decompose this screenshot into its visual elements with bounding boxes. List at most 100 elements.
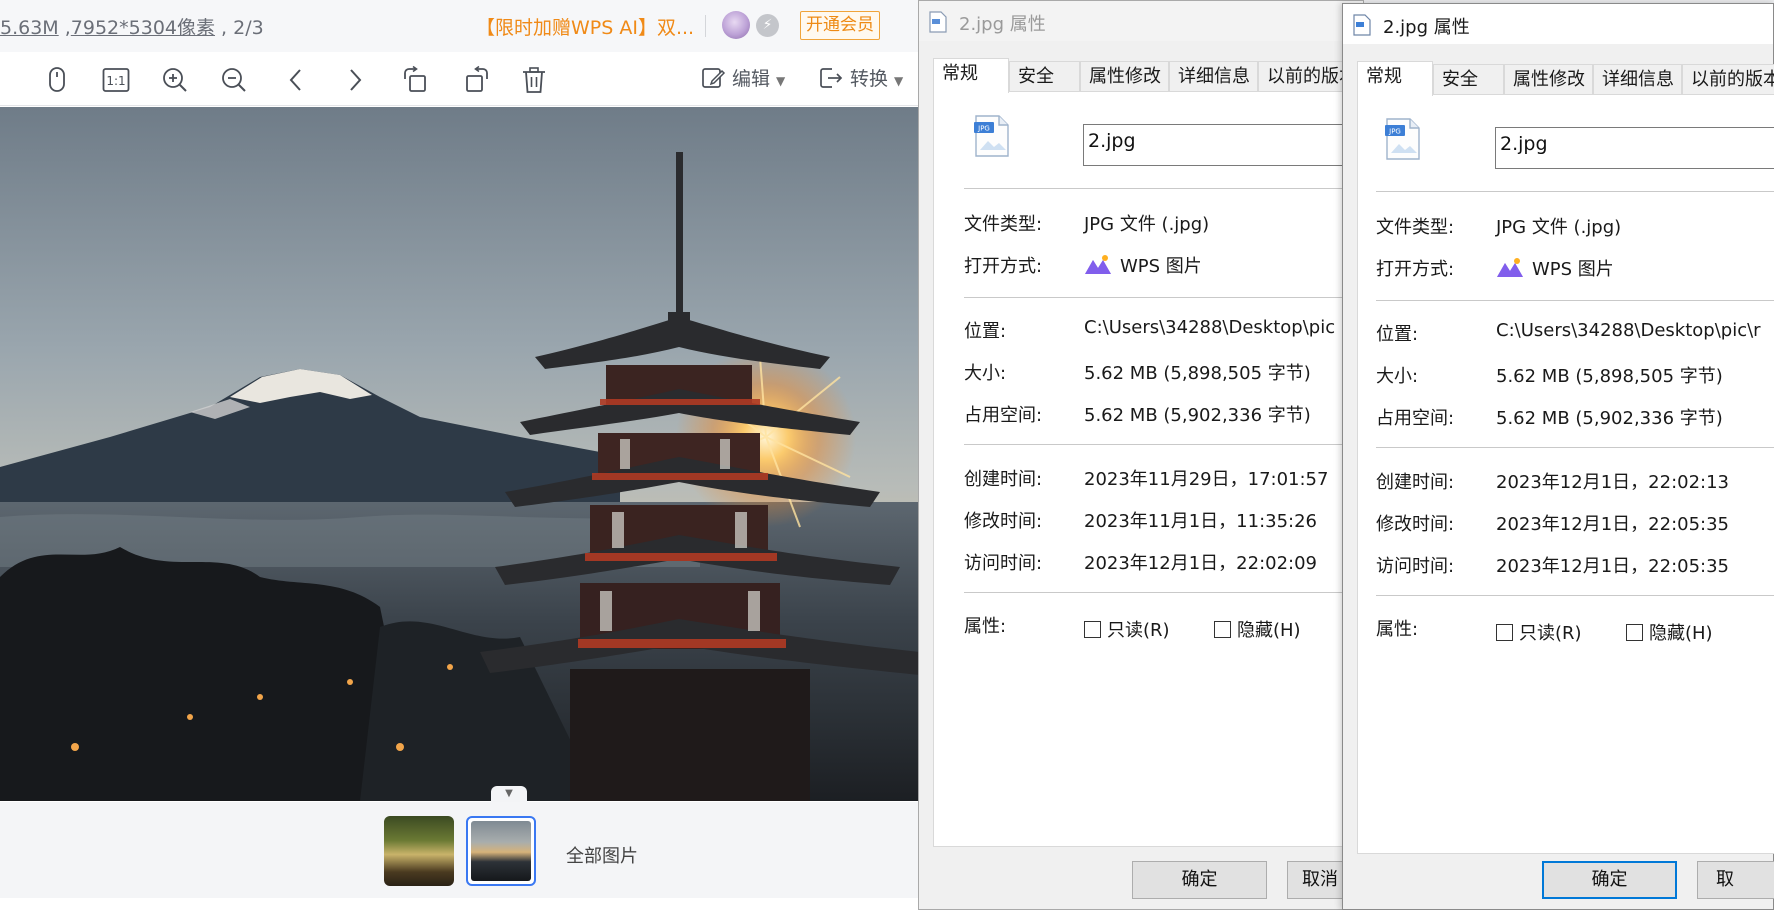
chevron-left-icon[interactable] [281,65,311,95]
filmstrip: 全部图片 [0,802,920,898]
divider [1376,191,1774,192]
file-icon [929,11,947,33]
tab-security[interactable]: 安全 [1009,61,1080,92]
tab-general[interactable]: 常规 [933,58,1009,93]
dialog-titlebar[interactable]: 2.jpg 属性 [919,1,1363,41]
open-with-app: WPS 图片 [1120,256,1202,277]
edit-button[interactable]: 编辑 ▼ [700,64,785,94]
titlebar-divider [705,15,706,37]
thumbnail-forest[interactable] [384,816,454,886]
location-label: 位置: [1376,324,1419,345]
actual-size-label: 1:1 [106,74,125,88]
tab-general[interactable]: 常规 [1357,61,1433,96]
promo-banner[interactable]: 【限时加赠WPS AI】双... [476,13,694,40]
wps-pictures-icon [1497,258,1523,277]
size-value: 5.62 MB (5,898,505 字节) [1496,366,1723,387]
modified-value: 2023年11月1日，11:35:26 [1084,511,1318,532]
thumbnail-pagoda[interactable] [466,816,536,886]
vip-button[interactable]: 开通会员 [800,11,880,40]
rotate-right-icon[interactable] [461,65,491,95]
checkbox-box[interactable] [1496,624,1513,641]
divider [1376,300,1774,301]
zoom-in-icon[interactable] [160,65,190,95]
file-icon [1353,14,1371,36]
general-panel: JPG 2.jpg 文件类型: JPG 文件 (.jpg) 打开方式: WPS … [1357,94,1774,854]
size-label: 大小: [964,363,1007,384]
location-value: C:\Users\34288\Desktop\pic [1084,317,1336,338]
created-label: 创建时间: [1376,472,1455,493]
avatar[interactable] [722,11,750,39]
collapse-filmstrip-button[interactable]: ▼ [491,786,527,802]
chevron-right-icon[interactable] [340,65,370,95]
tab-previous-versions[interactable]: 以前的版本 [1682,64,1774,95]
zoom-out-icon[interactable] [219,65,249,95]
chevron-down-icon: ▼ [776,74,786,88]
checkbox-box[interactable] [1626,624,1643,641]
convert-button[interactable]: 转换 ▼ [818,64,903,94]
readonly-checkbox[interactable]: 只读(R) [1084,616,1170,642]
size-on-disk-value: 5.62 MB (5,902,336 字节) [1496,408,1723,429]
size-on-disk-value: 5.62 MB (5,902,336 字节) [1084,405,1311,426]
properties-dialog-active: 2.jpg 属性 常规 安全 属性修改 详细信息 以前的版本 JPG 2.jpg… [1342,3,1774,910]
file-type-value: JPG 文件 (.jpg) [1496,217,1622,238]
jpg-file-icon: JPG [1385,118,1420,160]
open-with-value: WPS 图片 [1084,252,1202,278]
tab-details[interactable]: 详细信息 [1593,64,1682,95]
size-on-disk-label: 占用空间: [1376,408,1455,429]
mouse-icon[interactable] [42,65,72,95]
ok-button[interactable]: 确定 [1542,861,1677,899]
edit-icon [702,68,726,88]
size-value: 5.62 MB (5,898,505 字节) [1084,363,1311,384]
file-info-separator: , [58,17,71,39]
actual-size-icon[interactable]: 1:1 [101,65,131,95]
rotate-left-icon[interactable] [401,65,431,95]
divider [1376,447,1774,448]
readonly-checkbox[interactable]: 只读(R) [1496,619,1582,645]
size-on-disk-label: 占用空间: [964,405,1043,426]
chevron-down-icon: ▼ [894,74,904,88]
tab-attribute-edit[interactable]: 属性修改 [1080,61,1169,92]
modified-value: 2023年12月1日，22:05:35 [1496,514,1730,535]
accessed-label: 访问时间: [1376,556,1455,577]
filename-field[interactable]: 2.jpg [1495,127,1774,169]
filename-field[interactable]: 2.jpg [1083,124,1362,166]
convert-icon [820,68,843,88]
cancel-button[interactable]: 取 [1697,861,1774,899]
hidden-label: 隐藏(H) [1237,620,1301,641]
file-info: 5.63M ,7952*5304像素 , 2/3 [0,13,264,40]
properties-dialog-inactive: 2.jpg 属性 常规 安全 属性修改 详细信息 以前的版本 JPG 2.jpg… [918,0,1365,910]
viewer-titlebar: 5.63M ,7952*5304像素 , 2/3 【限时加赠WPS AI】双..… [0,0,920,52]
hidden-checkbox[interactable]: 隐藏(H) [1214,616,1301,642]
tab-security[interactable]: 安全 [1433,64,1504,95]
dialog-titlebar[interactable]: 2.jpg 属性 [1343,4,1773,44]
svg-text:JPG: JPG [977,125,990,133]
vip-badge-icon: ⚡ [756,14,779,37]
main-photo[interactable] [0,107,920,801]
created-value: 2023年11月29日，17:01:57 [1084,469,1329,490]
trash-icon[interactable] [519,65,549,95]
hidden-checkbox[interactable]: 隐藏(H) [1626,619,1713,645]
file-size: 5.63M [0,17,59,39]
divider [1376,595,1774,596]
checkbox-box[interactable] [1214,621,1231,638]
tab-details[interactable]: 详细信息 [1169,61,1258,92]
all-pictures-link[interactable]: 全部图片 [566,842,638,868]
open-with-label: 打开方式: [1376,259,1455,280]
image-index: , 2/3 [215,17,264,39]
svg-text:JPG: JPG [1388,128,1401,136]
tab-attribute-edit[interactable]: 属性修改 [1504,64,1593,95]
checkbox-box[interactable] [1084,621,1101,638]
ok-button[interactable]: 确定 [1132,861,1267,899]
file-type-label: 文件类型: [964,214,1043,235]
edit-label: 编辑 [732,68,771,90]
divider [964,592,1362,593]
created-value: 2023年12月1日，22:02:13 [1496,472,1730,493]
modified-label: 修改时间: [1376,514,1455,535]
viewer-toolbar: 1:1 编辑 ▼ 转换 ▼ [0,52,920,106]
hidden-label: 隐藏(H) [1649,623,1713,644]
general-panel: JPG 2.jpg 文件类型: JPG 文件 (.jpg) 打开方式: WPS … [933,91,1363,847]
readonly-label: 只读(R) [1107,620,1170,641]
accessed-value: 2023年12月1日，22:02:09 [1084,553,1318,574]
attributes-label: 属性: [964,616,1007,637]
dialog-title: 2.jpg 属性 [1383,17,1470,38]
